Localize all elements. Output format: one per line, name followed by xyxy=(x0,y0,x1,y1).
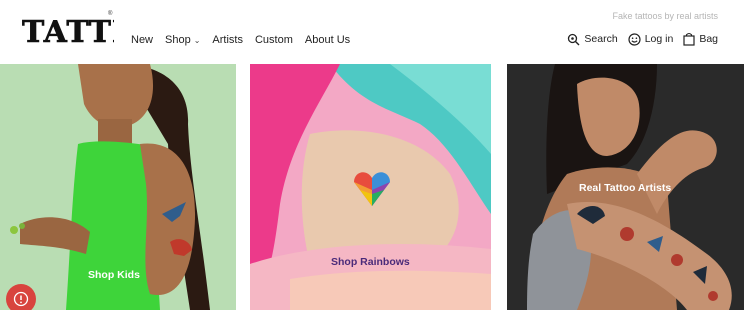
real-tattoo-artists-label: Real Tattoo Artists xyxy=(579,182,672,194)
search-label: Search xyxy=(584,33,618,45)
bag-label: Bag xyxy=(699,33,718,45)
utility-nav: Search Log in Bag xyxy=(557,32,718,46)
bag-icon xyxy=(683,32,695,46)
trademark-symbol: ® xyxy=(108,11,113,17)
rainbow-photo xyxy=(250,64,491,310)
site-tagline: Fake tattoos by real artists xyxy=(612,11,718,21)
logo-text: TATTLY xyxy=(22,15,114,48)
login-button[interactable]: Log in xyxy=(628,32,674,46)
bag-button[interactable]: Bag xyxy=(683,32,718,46)
help-icon xyxy=(13,291,29,307)
real-tattoo-artists-panel[interactable]: Real Tattoo Artists xyxy=(507,64,744,310)
tattly-logo[interactable]: TATTLY xyxy=(22,10,154,51)
smiley-icon xyxy=(628,32,641,46)
shop-rainbows-label: Shop Rainbows xyxy=(331,256,410,268)
shop-rainbows-panel[interactable]: Shop Rainbows xyxy=(250,64,491,310)
login-label: Log in xyxy=(644,33,674,45)
shop-kids-label: Shop Kids xyxy=(88,269,140,281)
nav-about-us[interactable]: About Us xyxy=(305,34,350,46)
shop-kids-panel[interactable]: Shop Kids xyxy=(0,64,236,310)
nav-custom-label: Custom xyxy=(254,34,293,46)
nav-artists[interactable]: Artists xyxy=(212,34,243,46)
help-button[interactable] xyxy=(6,284,36,310)
nav-shop-label: Shop xyxy=(165,34,191,46)
search-icon xyxy=(568,33,580,45)
nav-custom[interactable]: Custom xyxy=(255,34,293,46)
nav-about-us-label: About Us xyxy=(304,34,351,46)
site-header: TATTLY ® New Shop ⌄ Artists Custom About… xyxy=(0,0,744,64)
nav-artists-label: Artists xyxy=(212,34,243,46)
nav-shop[interactable]: Shop ⌄ xyxy=(165,34,200,46)
search-button[interactable]: Search xyxy=(567,33,618,46)
nav-new[interactable]: New xyxy=(131,34,153,46)
nav-new-label: New xyxy=(131,34,154,46)
main-nav: New Shop ⌄ Artists Custom About Us xyxy=(131,34,362,46)
chevron-down-icon: ⌄ xyxy=(193,35,201,45)
